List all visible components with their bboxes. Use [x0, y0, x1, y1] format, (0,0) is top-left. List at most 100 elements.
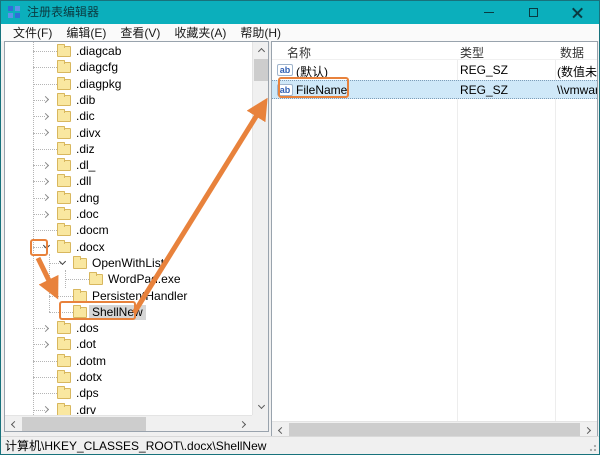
tree-item-dll[interactable]: .dll: [5, 173, 252, 189]
tree-item-label[interactable]: ShellNew: [89, 305, 146, 320]
tree-item-diagcab[interactable]: .diagcab: [5, 43, 252, 59]
tree-item-label[interactable]: PersistentHandler: [89, 289, 190, 304]
tree-item-label[interactable]: .diz: [73, 142, 98, 157]
tree-item-label[interactable]: .dic: [73, 109, 98, 124]
tree-item-label[interactable]: .diagpkg: [73, 77, 124, 92]
folder-icon: [57, 225, 71, 236]
tree-item-label[interactable]: .dps: [73, 386, 102, 401]
tree-item-docx[interactable]: .docx: [5, 239, 252, 255]
column-header-data[interactable]: 数据: [560, 44, 584, 61]
expand-chevron-right-icon[interactable]: [40, 94, 52, 106]
menu-item-0[interactable]: 文件(F): [6, 24, 59, 41]
chevron-right-icon: [584, 426, 591, 433]
chevron-glyph: [58, 258, 65, 265]
tree-item-doc[interactable]: .doc: [5, 206, 252, 222]
scrollbar-thumb[interactable]: [289, 423, 580, 437]
tree-item-drv[interactable]: .drv: [5, 402, 252, 415]
tree-item-diagpkg[interactable]: .diagpkg: [5, 76, 252, 92]
menu-item-4[interactable]: 帮助(H): [233, 24, 288, 41]
tree-item-label[interactable]: .dng: [73, 191, 102, 206]
column-header-type[interactable]: 类型: [460, 44, 484, 61]
expand-chevron-down-icon[interactable]: [56, 257, 68, 269]
tree-item-dotx[interactable]: .dotx: [5, 369, 252, 385]
expand-chevron-right-icon[interactable]: [40, 338, 52, 350]
scrollbar-thumb[interactable]: [254, 59, 268, 81]
chevron-glyph: [41, 210, 48, 217]
folder-icon: [57, 356, 71, 367]
scroll-left-button[interactable]: [5, 416, 21, 432]
tree-item-dng[interactable]: .dng: [5, 190, 252, 206]
close-button[interactable]: [555, 1, 599, 24]
tree-item-label[interactable]: .doc: [73, 207, 102, 222]
tree-item-wordpadexe[interactable]: WordPad.exe: [5, 271, 252, 287]
values-horizontal-scrollbar[interactable]: [272, 421, 597, 437]
expand-chevron-right-icon[interactable]: [40, 110, 52, 122]
tree-item-docm[interactable]: .docm: [5, 222, 252, 238]
tree-connector: [33, 377, 57, 378]
tree-item-dotm[interactable]: .dotm: [5, 353, 252, 369]
tree-item-diz[interactable]: .diz: [5, 141, 252, 157]
minimize-button[interactable]: [467, 1, 511, 24]
tree-item-label[interactable]: .drv: [73, 403, 99, 415]
resize-grip-icon[interactable]: [587, 442, 597, 452]
regedit-window: 注册表编辑器 文件(F)编辑(E)查看(V)收藏夹(A)帮助(H) .diagc…: [0, 0, 600, 455]
value-row-filename[interactable]: abFileNameREG_SZ\\vmware: [272, 80, 598, 99]
folder-icon: [57, 388, 71, 399]
tree-item-label[interactable]: .dl_: [73, 158, 98, 173]
cell-data: \\vmware: [557, 83, 598, 97]
tree-item-label[interactable]: .dotx: [73, 370, 105, 385]
scroll-down-button[interactable]: [253, 399, 269, 415]
maximize-button[interactable]: [511, 1, 555, 24]
expand-chevron-right-icon[interactable]: [40, 208, 52, 220]
folder-icon: [57, 128, 71, 139]
expand-chevron-right-icon[interactable]: [40, 322, 52, 334]
expand-chevron-down-icon[interactable]: [40, 241, 52, 253]
tree-vertical-scrollbar[interactable]: [252, 42, 268, 415]
expand-chevron-right-icon[interactable]: [40, 404, 52, 415]
menu-item-1[interactable]: 编辑(E): [59, 24, 113, 41]
value-row-[interactable]: ab(默认)REG_SZ(数值未设: [272, 61, 598, 80]
tree-item-dl[interactable]: .dl_: [5, 157, 252, 173]
expand-chevron-right-icon[interactable]: [40, 175, 52, 187]
tree-item-persistenthandler[interactable]: PersistentHandler: [5, 288, 252, 304]
tree-item-label[interactable]: OpenWithList: [89, 256, 167, 271]
tree-item-label[interactable]: .diagcab: [73, 44, 124, 59]
menu-item-2[interactable]: 查看(V): [113, 24, 167, 41]
tree-item-label[interactable]: .divx: [73, 126, 104, 141]
tree-item-label[interactable]: .docm: [73, 223, 112, 238]
minimize-icon: [484, 12, 494, 13]
tree-horizontal-scrollbar[interactable]: [5, 415, 252, 431]
tree-item-label[interactable]: .dotm: [73, 354, 109, 369]
tree-item-label[interactable]: .dos: [73, 321, 102, 336]
tree-item-dot[interactable]: .dot: [5, 336, 252, 352]
scrollbar-thumb[interactable]: [22, 417, 146, 431]
tree-item-label[interactable]: .dib: [73, 93, 98, 108]
expand-chevron-right-icon[interactable]: [40, 127, 52, 139]
tree-item-divx[interactable]: .divx: [5, 125, 252, 141]
tree-item-dos[interactable]: .dos: [5, 320, 252, 336]
chevron-left-icon: [278, 426, 285, 433]
chevron-right-icon: [239, 420, 246, 427]
tree-item-dib[interactable]: .dib: [5, 92, 252, 108]
chevron-glyph: [41, 96, 48, 103]
tree-item-dps[interactable]: .dps: [5, 385, 252, 401]
tree-item-openwithlist[interactable]: OpenWithList: [5, 255, 252, 271]
tree-item-label[interactable]: .dot: [73, 337, 99, 352]
folder-icon: [57, 144, 71, 155]
expand-chevron-right-icon[interactable]: [40, 192, 52, 204]
tree-item-dic[interactable]: .dic: [5, 108, 252, 124]
column-header-name[interactable]: 名称: [287, 44, 311, 61]
chevron-glyph: [41, 162, 48, 169]
scroll-right-button[interactable]: [236, 416, 252, 432]
expand-chevron-right-icon[interactable]: [40, 159, 52, 171]
tree-item-shellnew[interactable]: ShellNew: [5, 304, 252, 320]
tree-item-label[interactable]: .diagcfg: [73, 60, 121, 75]
tree-item-label[interactable]: .dll: [73, 174, 94, 189]
menu-item-3[interactable]: 收藏夹(A): [167, 24, 233, 41]
scroll-up-button[interactable]: [253, 42, 269, 58]
tree-connector: [33, 361, 57, 362]
tree-item-diagcfg[interactable]: .diagcfg: [5, 59, 252, 75]
chevron-left-icon: [11, 420, 18, 427]
tree-item-label[interactable]: .docx: [73, 240, 108, 255]
tree-item-label[interactable]: WordPad.exe: [105, 272, 184, 287]
